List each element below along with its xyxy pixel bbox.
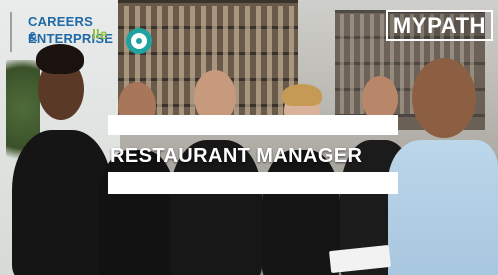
headline-text: RESTAURANT MANAGER (110, 144, 363, 167)
lep-logo: lle (92, 26, 124, 46)
person-4-hair (282, 84, 322, 106)
title-bar-bottom (108, 172, 398, 194)
mypath-badge: MYPATH (386, 10, 493, 41)
mypath-text: MYPATH (392, 12, 487, 38)
careers-enterprise-logo: CAREERS & ENTERPRISE (10, 12, 113, 52)
person-6-head (412, 58, 476, 138)
headline: RESTAURANT MANAGER (110, 140, 400, 172)
person-1-body (12, 130, 112, 275)
title-bar-top (108, 115, 398, 135)
logo-divider (10, 12, 16, 52)
person-6-body (388, 140, 498, 275)
circle-logo-dot (136, 38, 142, 44)
circle-logo-icon (126, 28, 152, 54)
video-frame: CAREERS & ENTERPRISE lle MYPATH RESTAURA… (0, 0, 498, 275)
lep-logo-text: lle (92, 26, 108, 42)
